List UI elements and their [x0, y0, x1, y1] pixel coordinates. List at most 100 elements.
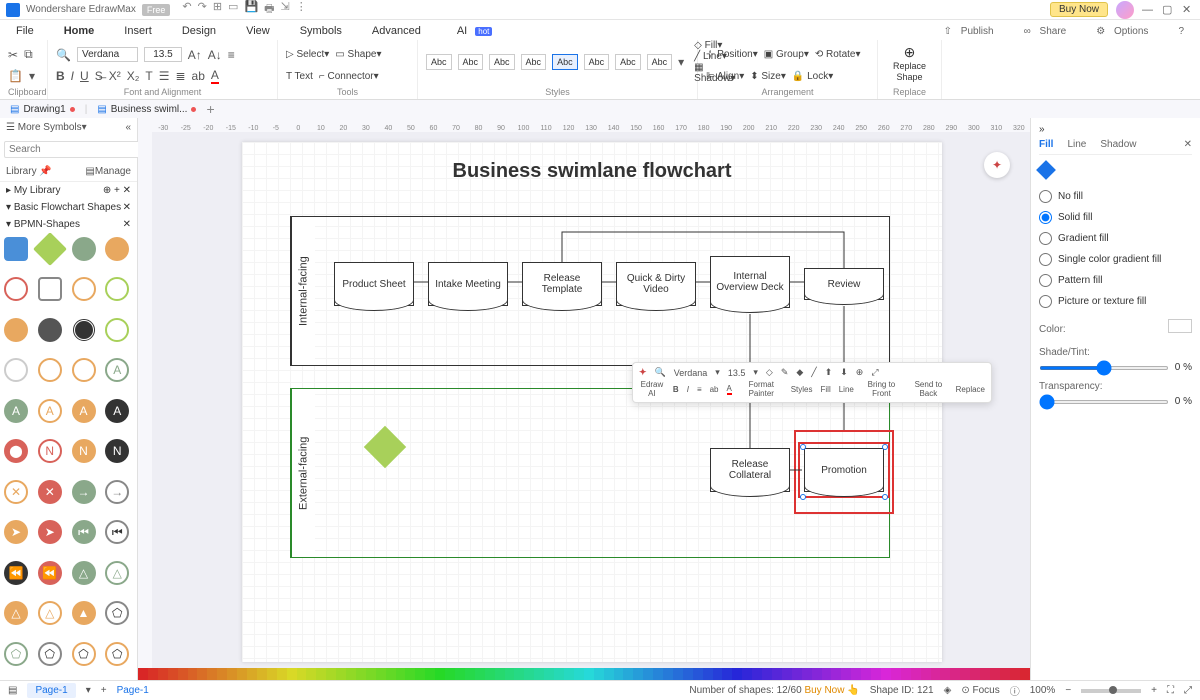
- opt-gradient[interactable]: Gradient fill: [1039, 228, 1192, 249]
- align-icon[interactable]: ≡: [228, 48, 235, 62]
- box-review[interactable]: Review: [804, 268, 884, 300]
- add-tab-icon[interactable]: +: [206, 101, 214, 117]
- menu-help-icon[interactable]: ?: [1172, 23, 1190, 40]
- font-color-icon[interactable]: A: [211, 68, 219, 84]
- shape-item[interactable]: △: [38, 601, 62, 625]
- user-avatar[interactable]: [1116, 1, 1134, 19]
- font-search-icon[interactable]: 🔍: [56, 48, 71, 62]
- replace-shape-button[interactable]: ⊕ Replace Shape: [886, 44, 933, 82]
- undo-icon[interactable]: ↶: [182, 0, 191, 19]
- style-2[interactable]: Abc: [458, 54, 484, 70]
- new-icon[interactable]: ⊞: [213, 0, 222, 19]
- tb-pen-icon[interactable]: ✎: [781, 367, 789, 378]
- shape-item[interactable]: ✕: [4, 480, 28, 504]
- zoom-slider[interactable]: [1081, 689, 1141, 693]
- layers-icon[interactable]: ◈: [944, 685, 952, 696]
- shape-item[interactable]: [72, 358, 96, 382]
- style-3[interactable]: Abc: [489, 54, 515, 70]
- shape-item[interactable]: △: [4, 601, 28, 625]
- page-nav-icon[interactable]: ▤: [8, 685, 17, 696]
- shape-item[interactable]: △: [72, 561, 96, 585]
- more-symbols-button[interactable]: ☰ More Symbols▾: [6, 122, 87, 133]
- shape-item[interactable]: ⬠: [105, 642, 129, 666]
- tb-italic-icon[interactable]: I: [687, 385, 689, 394]
- tab-fill[interactable]: Fill: [1039, 139, 1053, 150]
- shape-item[interactable]: △: [105, 561, 129, 585]
- tb-back-icon[interactable]: ⬇: [840, 367, 848, 378]
- my-library-item[interactable]: ▸ My Library⊕ + ✕: [0, 182, 137, 199]
- tb-ai-label[interactable]: Edraw AI: [639, 380, 665, 398]
- collapse-panel-icon[interactable]: «: [125, 122, 131, 133]
- doc-tab-1[interactable]: ▤Drawing1: [10, 104, 75, 115]
- opt-solid[interactable]: Solid fill: [1039, 207, 1192, 228]
- tb-replace-label[interactable]: Replace: [956, 385, 985, 394]
- edraw-ai-icon[interactable]: ✦: [639, 367, 647, 378]
- buy-now-button[interactable]: Buy Now: [1050, 2, 1108, 17]
- zoom-in-icon[interactable]: +: [1151, 685, 1157, 696]
- shape-item[interactable]: ✕: [38, 480, 62, 504]
- add-page-icon[interactable]: +: [101, 685, 107, 696]
- menu-design[interactable]: Design: [176, 22, 222, 40]
- maximize-icon[interactable]: ▢: [1162, 3, 1174, 16]
- text-button[interactable]: T Text: [286, 71, 313, 82]
- qat-more-icon[interactable]: ⋮: [296, 0, 307, 19]
- tb-replace-icon[interactable]: ⊕: [856, 367, 864, 378]
- cut-icon[interactable]: ✂: [8, 48, 18, 62]
- box-release-collateral[interactable]: Release Collateral: [710, 448, 790, 492]
- fit-icon[interactable]: ⛶: [1167, 685, 1174, 696]
- lock-dd[interactable]: 🔒 Lock▾: [792, 71, 833, 82]
- shape-item[interactable]: A: [38, 399, 62, 423]
- group-dd[interactable]: ▣ Group▾: [764, 49, 809, 60]
- tb-line-icon[interactable]: ╱: [811, 367, 816, 378]
- shape-item[interactable]: [4, 358, 28, 382]
- style-5[interactable]: Abc: [552, 54, 578, 70]
- menu-file[interactable]: File: [10, 22, 40, 40]
- tb-fill-label[interactable]: Fill: [821, 385, 831, 394]
- minimize-icon[interactable]: —: [1142, 4, 1154, 16]
- shape-item[interactable]: ⬤: [4, 439, 28, 463]
- style-6[interactable]: Abc: [584, 54, 610, 70]
- tb-front-icon[interactable]: ⬆: [825, 367, 833, 378]
- connector-button[interactable]: ⌐ Connector▾: [319, 71, 379, 82]
- color-palette-bar[interactable]: [138, 668, 1030, 680]
- subscript-icon[interactable]: X₂: [127, 69, 140, 83]
- shape-item[interactable]: ⬠: [4, 642, 28, 666]
- shape-item[interactable]: ⏮: [72, 520, 96, 544]
- sel-handle[interactable]: [800, 444, 806, 450]
- shape-item[interactable]: ⬠: [38, 642, 62, 666]
- shape-search-input[interactable]: [4, 141, 146, 158]
- tb-font-size[interactable]: 13.5: [728, 368, 746, 378]
- shape-item[interactable]: [72, 237, 96, 261]
- ab-icon[interactable]: ab: [192, 69, 205, 83]
- style-8[interactable]: Abc: [647, 54, 673, 70]
- opt-pattern[interactable]: Pattern fill: [1039, 270, 1192, 291]
- shape-item[interactable]: N: [105, 439, 129, 463]
- tb-align-icon[interactable]: ≡: [697, 385, 702, 394]
- cat-basic-flowchart[interactable]: ▾ Basic Flowchart Shapes✕: [0, 199, 137, 216]
- shape-item[interactable]: ⬠: [72, 642, 96, 666]
- shape-item[interactable]: [38, 277, 62, 301]
- close-icon[interactable]: ✕: [1182, 3, 1194, 16]
- tb-line-label[interactable]: Line: [839, 385, 854, 394]
- textcase-icon[interactable]: T: [145, 69, 152, 83]
- menu-symbols[interactable]: Symbols: [294, 22, 348, 40]
- font-size-select[interactable]: 13.5: [144, 47, 181, 62]
- transparency-slider[interactable]: [1039, 400, 1169, 404]
- shape-item[interactable]: ⬠: [105, 601, 129, 625]
- save-icon[interactable]: 💾: [244, 0, 258, 19]
- shape-item[interactable]: [4, 318, 28, 342]
- sel-handle[interactable]: [882, 444, 888, 450]
- bold-icon[interactable]: B: [56, 69, 65, 83]
- tb-expand-icon[interactable]: ⤢: [871, 367, 878, 378]
- opt-single-gradient[interactable]: Single color gradient fill: [1039, 249, 1192, 270]
- drawing-page[interactable]: Business swimlane flowchart Internal-fac…: [242, 142, 942, 662]
- italic-icon[interactable]: I: [71, 69, 74, 83]
- shape-item[interactable]: A: [4, 399, 28, 423]
- tb-ab-icon[interactable]: ab: [710, 385, 719, 394]
- menu-share[interactable]: ∞ Share: [1018, 23, 1079, 40]
- tb-back-label[interactable]: Send to Back: [909, 380, 948, 398]
- shape-item[interactable]: ▲: [72, 601, 96, 625]
- export-icon[interactable]: ⇲: [281, 0, 290, 19]
- shrink-font-icon[interactable]: A↓: [208, 48, 222, 62]
- page-tab[interactable]: Page-1: [27, 683, 75, 698]
